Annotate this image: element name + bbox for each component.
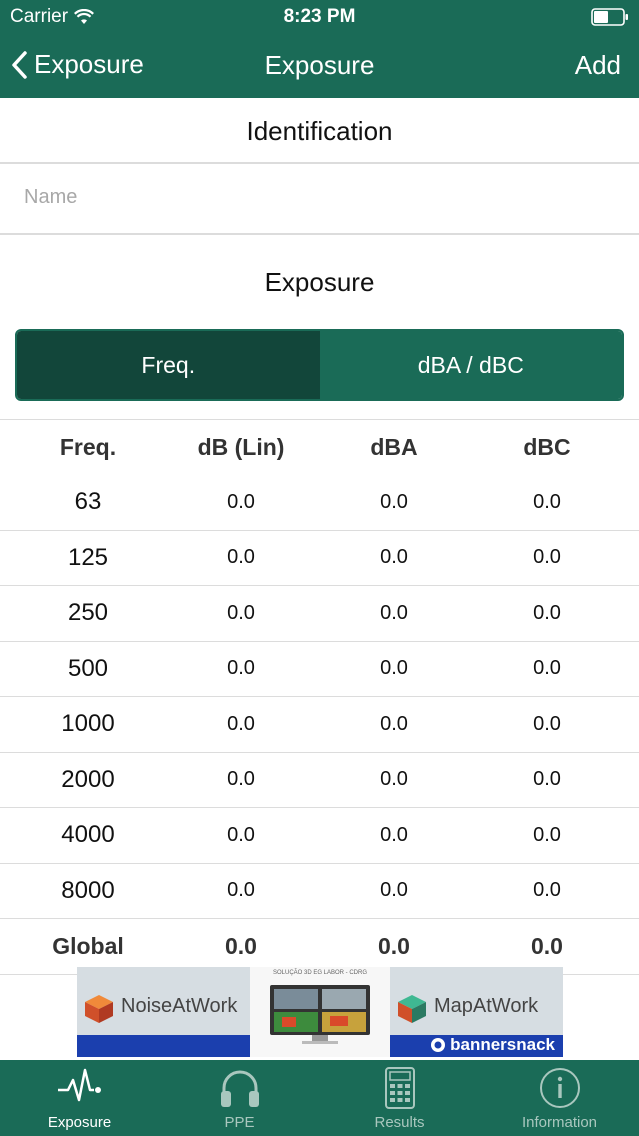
dba-cell: 0.0 bbox=[380, 490, 408, 513]
page-title: Exposure bbox=[264, 50, 375, 80]
dbc-cell: 0.0 bbox=[533, 712, 561, 735]
exposure-heading: Exposure bbox=[264, 267, 375, 297]
tab-bar: Exposure PPE Results Information bbox=[0, 1060, 639, 1136]
headphones-icon bbox=[220, 1070, 259, 1107]
dbc-cell: 0.0 bbox=[533, 879, 561, 902]
ad-screenshot: SOLUÇÃO 3D EG LABOR - CDRG bbox=[250, 967, 390, 1057]
dba-cell: 0.0 bbox=[380, 823, 408, 846]
noiseatwork-ad: NoiseAtWork bbox=[77, 967, 250, 1057]
tab-label: Information bbox=[521, 1114, 598, 1131]
tab-exposure[interactable]: Exposure bbox=[0, 1060, 159, 1136]
dba-cell: 0.0 bbox=[380, 768, 408, 791]
tab-ppe[interactable]: PPE bbox=[160, 1060, 319, 1136]
column-header-dbc: dBC bbox=[523, 434, 571, 460]
dba-cell: 0.0 bbox=[380, 657, 408, 680]
tab-results[interactable]: Results bbox=[320, 1060, 479, 1136]
nav-bar: Exposure Exposure Add bbox=[0, 34, 639, 98]
global-label: Global bbox=[52, 932, 124, 959]
dba-cell: 0.0 bbox=[380, 712, 408, 735]
dbc-cell: 0.0 bbox=[533, 490, 561, 513]
freq-cell: 4000 bbox=[61, 821, 115, 849]
ad-banner[interactable]: NoiseAtWork SOLUÇÃO 3D EG LABOR - CDRG M… bbox=[77, 967, 563, 1057]
table-row[interactable]: 1000 0.0 0.0 0.0 bbox=[0, 697, 639, 753]
global-dba: 0.0 bbox=[378, 932, 410, 959]
divider bbox=[0, 233, 639, 235]
tab-label: Exposure bbox=[47, 1114, 112, 1131]
freq-cell: 63 bbox=[74, 488, 102, 516]
bannersnack-badge: bannersnack bbox=[430, 1035, 555, 1055]
ad-caption: SOLUÇÃO 3D EG LABOR - CDRG bbox=[272, 970, 368, 976]
identification-heading: Identification bbox=[246, 116, 393, 146]
freq-cell: 1000 bbox=[61, 710, 115, 738]
tab-information[interactable]: Information bbox=[480, 1060, 639, 1136]
dba-cell: 0.0 bbox=[380, 546, 408, 569]
db-lin-cell: 0.0 bbox=[227, 712, 255, 735]
global-db-lin: 0.0 bbox=[225, 932, 257, 959]
dbc-cell: 0.0 bbox=[533, 601, 561, 624]
waveform-icon bbox=[57, 1068, 101, 1102]
dbc-cell: 0.0 bbox=[533, 546, 561, 569]
db-lin-cell: 0.0 bbox=[227, 490, 255, 513]
column-header-db-lin: dB (Lin) bbox=[197, 434, 285, 460]
table-row[interactable]: 500 0.0 0.0 0.0 bbox=[0, 642, 639, 697]
table-row[interactable]: 250 0.0 0.0 0.0 bbox=[0, 586, 639, 642]
dbc-cell: 0.0 bbox=[533, 768, 561, 791]
noiseatwork-label: NoiseAtWork bbox=[121, 995, 238, 1017]
dba-cell: 0.0 bbox=[380, 879, 408, 902]
table-header: Freq. dB (Lin) dBA dBC bbox=[0, 419, 639, 475]
divider bbox=[0, 162, 639, 164]
freq-cell: 500 bbox=[67, 654, 109, 682]
mapatwork-label: MapAtWork bbox=[434, 995, 539, 1017]
db-lin-cell: 0.0 bbox=[227, 879, 255, 902]
cube-logo-icon bbox=[398, 995, 426, 1023]
freq-cell: 250 bbox=[67, 599, 109, 627]
tab-label: PPE bbox=[224, 1114, 255, 1131]
column-header-dba: dBA bbox=[370, 434, 418, 460]
freq-cell: 8000 bbox=[61, 876, 115, 904]
calculator-icon bbox=[384, 1067, 415, 1109]
monitor-icon bbox=[270, 985, 370, 1044]
db-lin-cell: 0.0 bbox=[227, 657, 255, 680]
table-row[interactable]: 63 0.0 0.0 0.0 bbox=[0, 475, 639, 531]
table-row[interactable]: 2000 0.0 0.0 0.0 bbox=[0, 753, 639, 808]
dbc-cell: 0.0 bbox=[533, 823, 561, 846]
bannersnack-logo-icon bbox=[431, 1038, 446, 1052]
name-field[interactable] bbox=[24, 180, 614, 214]
table-row[interactable]: 125 0.0 0.0 0.0 bbox=[0, 531, 639, 586]
status-bar: Carrier 8:23 PM bbox=[0, 0, 639, 34]
mapatwork-ad: MapAtWork bannersnack bbox=[390, 967, 563, 1057]
tab-label: Results bbox=[374, 1114, 425, 1131]
table-row[interactable]: 8000 0.0 0.0 0.0 bbox=[0, 864, 639, 919]
frequency-table: Freq. dB (Lin) dBA dBC 63 0.0 0.0 0.0 12… bbox=[0, 419, 639, 975]
clock: 8:23 PM bbox=[283, 6, 356, 27]
db-lin-cell: 0.0 bbox=[227, 823, 255, 846]
bannersnack-label: bannersnack bbox=[450, 1035, 555, 1054]
segment-dba-dbc[interactable]: dBA / dBC bbox=[319, 331, 622, 399]
exposure-segmented-control: Freq. dBA / dBC bbox=[15, 329, 624, 401]
db-lin-cell: 0.0 bbox=[227, 601, 255, 624]
dba-cell: 0.0 bbox=[380, 601, 408, 624]
header: Carrier 8:23 PM Exposure Exposure Add bbox=[0, 0, 639, 98]
db-lin-cell: 0.0 bbox=[227, 768, 255, 791]
cube-logo-icon bbox=[85, 995, 113, 1023]
info-icon bbox=[539, 1068, 580, 1108]
ad-strip bbox=[77, 1035, 250, 1057]
freq-cell: 125 bbox=[67, 543, 109, 571]
column-header-freq: Freq. bbox=[59, 434, 117, 460]
add-button[interactable]: Add bbox=[575, 50, 621, 81]
freq-cell: 2000 bbox=[61, 765, 115, 793]
global-dbc: 0.0 bbox=[531, 932, 563, 959]
table-row[interactable]: 4000 0.0 0.0 0.0 bbox=[0, 808, 639, 864]
dbc-cell: 0.0 bbox=[533, 657, 561, 680]
battery-icon bbox=[591, 8, 628, 26]
segment-freq[interactable]: Freq. bbox=[17, 331, 320, 399]
db-lin-cell: 0.0 bbox=[227, 546, 255, 569]
